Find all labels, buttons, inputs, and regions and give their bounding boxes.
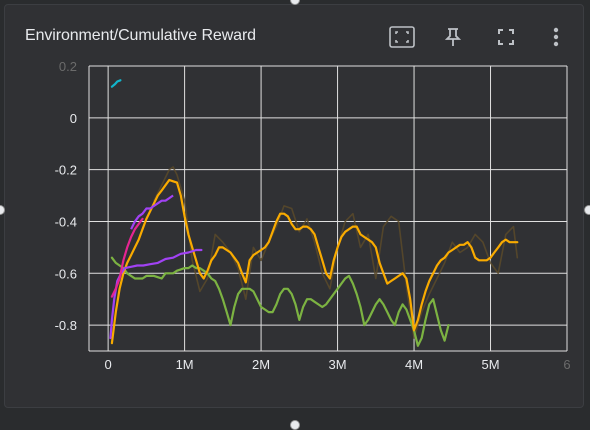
x-tick-label: 1M (176, 357, 194, 372)
x-tick-label: 4M (405, 357, 423, 372)
y-tick-label: -0.8 (55, 318, 77, 333)
y-tick-label: -0.4 (55, 214, 77, 229)
x-tick-label: 3M (329, 357, 347, 372)
y-tick-label: 0 (70, 111, 77, 126)
series-line (110, 217, 144, 298)
series-line (110, 256, 450, 347)
y-tick-label: -0.2 (55, 163, 77, 178)
y-tick-label: -0.6 (55, 266, 77, 281)
resize-handle-right[interactable] (584, 205, 590, 215)
x-tick-label: 2M (252, 357, 270, 372)
series-line (110, 178, 519, 345)
resize-handle-bottom[interactable] (290, 420, 300, 430)
y-tick-label: 0.2 (59, 59, 77, 74)
series-line (110, 79, 122, 88)
x-tick-label: 0 (105, 357, 112, 372)
x-tick-label: 6 (563, 357, 570, 372)
dashboard-background: Environment/Cumulative Reward 0 1M 2M 3M… (0, 0, 590, 430)
chart-card: Environment/Cumulative Reward 0 1M 2M 3M… (4, 4, 584, 408)
x-tick-label: 5M (481, 357, 499, 372)
line-chart[interactable]: 0 1M 2M 3M 4M 5M 6 0.2 0 -0.2 -0.4 -0.6 -0.8 (5, 5, 585, 409)
